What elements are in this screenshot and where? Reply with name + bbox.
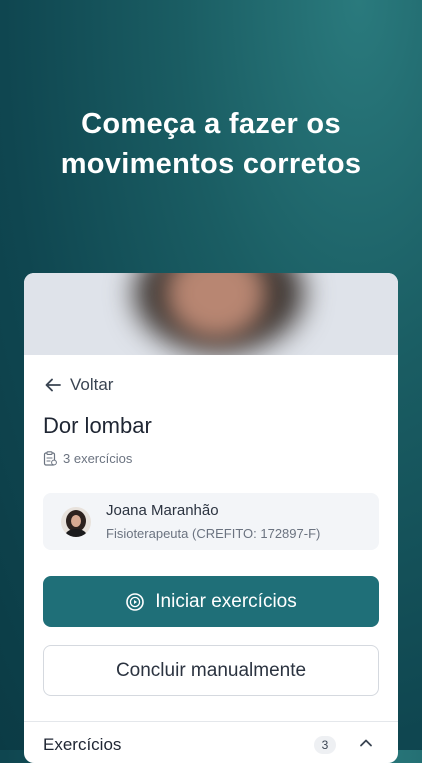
back-label: Voltar [70, 375, 114, 394]
play-circle-icon [126, 592, 145, 611]
exercise-preview-image [24, 273, 398, 355]
start-exercises-button[interactable]: Iniciar exercícios [43, 576, 379, 627]
therapist-role: Fisioterapeuta (CREFITO: 172897-F) [106, 526, 321, 541]
avatar [61, 507, 91, 537]
therapist-card: Joana Maranhão Fisioterapeuta (CREFITO: … [43, 493, 379, 550]
complete-manually-label: Concluir manualmente [115, 659, 307, 681]
arrow-left-icon [45, 378, 61, 392]
promo-headline: Começa a fazer os movimentos corretos [0, 104, 422, 184]
clipboard-icon [43, 451, 57, 466]
exercises-section-title: Exercícios [43, 735, 122, 754]
chevron-up-icon[interactable] [358, 735, 374, 751]
app-screen-card: Voltar Dor lombar 3 exercícios Joana Mar… [24, 273, 398, 763]
promo-headline-line-2: movimentos corretos [60, 148, 362, 180]
page-title: Dor lombar [43, 413, 152, 438]
exercise-count-label: 3 exercícios [63, 451, 133, 466]
exercises-count-badge: 3 [314, 736, 336, 754]
back-button[interactable]: Voltar [44, 373, 113, 397]
complete-manually-button[interactable]: Concluir manualmente [43, 645, 379, 696]
start-exercises-label: Iniciar exercícios [155, 590, 297, 612]
promo-headline-line-1: Começa a fazer os [81, 108, 341, 140]
section-divider [24, 721, 398, 722]
exercise-count: 3 exercícios [43, 451, 132, 466]
therapist-name: Joana Maranhão [106, 502, 219, 519]
